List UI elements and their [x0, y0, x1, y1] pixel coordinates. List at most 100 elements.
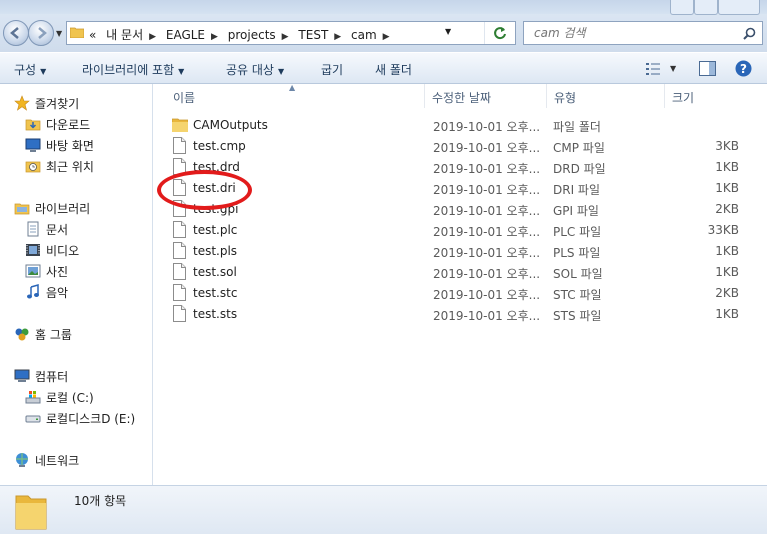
new-folder-button[interactable]: 새 폴더 — [375, 61, 412, 78]
nav-local-disk-c-label: 로컬 (C:) — [46, 391, 94, 405]
forward-arrow-icon — [38, 27, 47, 39]
column-header-name-label: 이름 — [173, 91, 196, 105]
network-icon — [16, 453, 28, 467]
breadcrumb-documents[interactable]: 내 문서 — [106, 28, 143, 42]
file-size: 3KB — [715, 139, 739, 153]
nav-network-label: 네트워크 — [35, 454, 80, 468]
help-icon[interactable]: ? — [735, 60, 752, 77]
file-date: 2019-10-01 오후... — [433, 141, 541, 155]
chevron-right-icon[interactable]: ▶ — [149, 32, 156, 42]
burn-button[interactable]: 굽기 — [321, 61, 343, 78]
table-row[interactable]: test.pls 2019-10-01 오후... PLS 파일 1KB — [153, 241, 767, 262]
search-box[interactable] — [523, 21, 763, 45]
minimize-button[interactable] — [670, 0, 694, 15]
search-icon[interactable] — [743, 27, 756, 40]
address-dropdown-icon[interactable]: ▼ — [445, 27, 451, 36]
table-row[interactable]: test.sol 2019-10-01 오후... SOL 파일 1KB — [153, 262, 767, 283]
table-row[interactable]: CAMOutputs 2019-10-01 오후... 파일 폴더 — [153, 115, 767, 136]
recent-places-icon — [25, 161, 41, 173]
file-date: 2019-10-01 오후... — [433, 267, 541, 281]
file-name: CAMOutputs — [193, 118, 268, 132]
share-with-label: 공유 대상 — [226, 63, 274, 77]
breadcrumb-overflow[interactable]: « — [89, 28, 96, 42]
table-row[interactable]: test.gpi 2019-10-01 오후... GPI 파일 2KB — [153, 199, 767, 220]
nav-documents-label: 문서 — [46, 223, 69, 237]
column-header-size[interactable]: 크기 — [665, 84, 745, 108]
star-icon — [14, 95, 30, 111]
system-drive-icon — [25, 391, 41, 404]
preview-pane-icon[interactable] — [699, 61, 716, 76]
table-row[interactable]: test.stc 2019-10-01 오후... STC 파일 2KB — [153, 283, 767, 304]
file-type: 파일 폴더 — [553, 120, 601, 134]
file-icon — [173, 242, 186, 259]
breadcrumb-cam[interactable]: cam — [351, 28, 377, 42]
command-bar: 구성 ▼ 라이브러리에 포함 ▼ 공유 대상 ▼ 굽기 새 폴더 ▼ ? — [0, 52, 767, 84]
computer-icon — [14, 369, 30, 382]
column-header-date[interactable]: 수정한 날짜 — [425, 84, 547, 108]
desktop-icon — [25, 138, 41, 152]
breadcrumb-eagle[interactable]: EAGLE — [166, 28, 205, 42]
close-window-button[interactable] — [718, 0, 760, 15]
navigation-pane: 즐겨찾기 다운로드 바탕 화면 최근 위치 라이브러리 문서 비디오 사진 음악… — [0, 84, 153, 485]
file-name: test.pls — [193, 244, 238, 258]
share-with-button[interactable]: 공유 대상 ▼ — [226, 61, 284, 78]
table-row[interactable]: test.sts 2019-10-01 오후... STS 파일 1KB — [153, 304, 767, 325]
file-type: STC 파일 — [553, 288, 602, 302]
chevron-down-icon: ▼ — [277, 67, 285, 76]
large-folder-icon — [15, 495, 47, 530]
view-dropdown-icon[interactable]: ▼ — [670, 64, 676, 73]
column-header-type-label: 유형 — [554, 91, 577, 105]
breadcrumb-projects[interactable]: projects — [228, 28, 276, 42]
column-header-type[interactable]: 유형 — [547, 84, 665, 108]
breadcrumb-test[interactable]: TEST — [298, 28, 328, 42]
include-in-library-button[interactable]: 라이브러리에 포함 ▼ — [82, 61, 184, 78]
view-options-icon[interactable] — [645, 62, 661, 76]
pictures-icon — [25, 264, 41, 278]
organize-button[interactable]: 구성 ▼ — [14, 61, 46, 78]
file-name: test.stc — [193, 286, 238, 300]
nav-favorites-label: 즐겨찾기 — [35, 97, 80, 111]
nav-recent-label: 최근 위치 — [46, 160, 94, 174]
file-type: DRI 파일 — [553, 183, 601, 197]
file-type: SOL 파일 — [553, 267, 603, 281]
file-type: GPI 파일 — [553, 204, 599, 218]
search-input[interactable] — [532, 25, 736, 41]
chevron-down-icon: ▼ — [40, 67, 47, 76]
libraries-icon — [14, 203, 30, 215]
file-date: 2019-10-01 오후... — [433, 246, 541, 260]
file-date: 2019-10-01 오후... — [433, 288, 541, 302]
maximize-button[interactable] — [694, 0, 718, 15]
chevron-right-icon[interactable]: ▶ — [211, 32, 218, 42]
file-type: PLS 파일 — [553, 246, 601, 260]
red-annotation-circle — [157, 170, 252, 210]
file-icon — [173, 263, 186, 280]
organize-label: 구성 — [14, 63, 37, 77]
table-row[interactable]: test.cmp 2019-10-01 오후... CMP 파일 3KB — [153, 136, 767, 157]
file-date: 2019-10-01 오후... — [433, 204, 541, 218]
item-count: 10개 항목 — [74, 494, 127, 508]
refresh-icon[interactable] — [493, 26, 507, 40]
file-icon — [173, 284, 186, 301]
file-type: DRD 파일 — [553, 162, 606, 176]
chevron-right-icon[interactable]: ▶ — [282, 32, 289, 42]
back-button[interactable] — [3, 20, 29, 46]
file-name: test.sts — [193, 307, 238, 321]
chevron-right-icon[interactable]: ▶ — [334, 32, 341, 42]
folder-icon — [172, 118, 188, 132]
table-row[interactable]: test.plc 2019-10-01 오후... PLC 파일 33KB — [153, 220, 767, 241]
column-header-name[interactable]: 이름 ▲ — [153, 83, 425, 108]
videos-icon — [26, 244, 40, 256]
address-field[interactable]: « 내 문서 ▶ EAGLE ▶ projects ▶ TEST ▶ cam ▶ ▼ — [66, 21, 516, 45]
recent-pages-dropdown-icon[interactable]: ▼ — [56, 29, 62, 38]
file-name: test.sol — [193, 265, 237, 279]
chevron-right-icon[interactable]: ▶ — [383, 32, 390, 42]
nav-downloads-label: 다운로드 — [46, 118, 91, 132]
forward-button[interactable] — [28, 20, 54, 46]
nav-computer-label: 컴퓨터 — [35, 370, 69, 384]
file-size: 33KB — [707, 223, 739, 237]
nav-pictures-label: 사진 — [46, 265, 69, 279]
nav-desktop-label: 바탕 화면 — [46, 139, 94, 153]
file-name: test.cmp — [193, 139, 246, 153]
table-row[interactable]: test.drd 2019-10-01 오후... DRD 파일 1KB — [153, 157, 767, 178]
address-bar-area: ▼ « 내 문서 ▶ EAGLE ▶ projects ▶ TEST ▶ cam ▶ ▼ — [0, 0, 767, 52]
